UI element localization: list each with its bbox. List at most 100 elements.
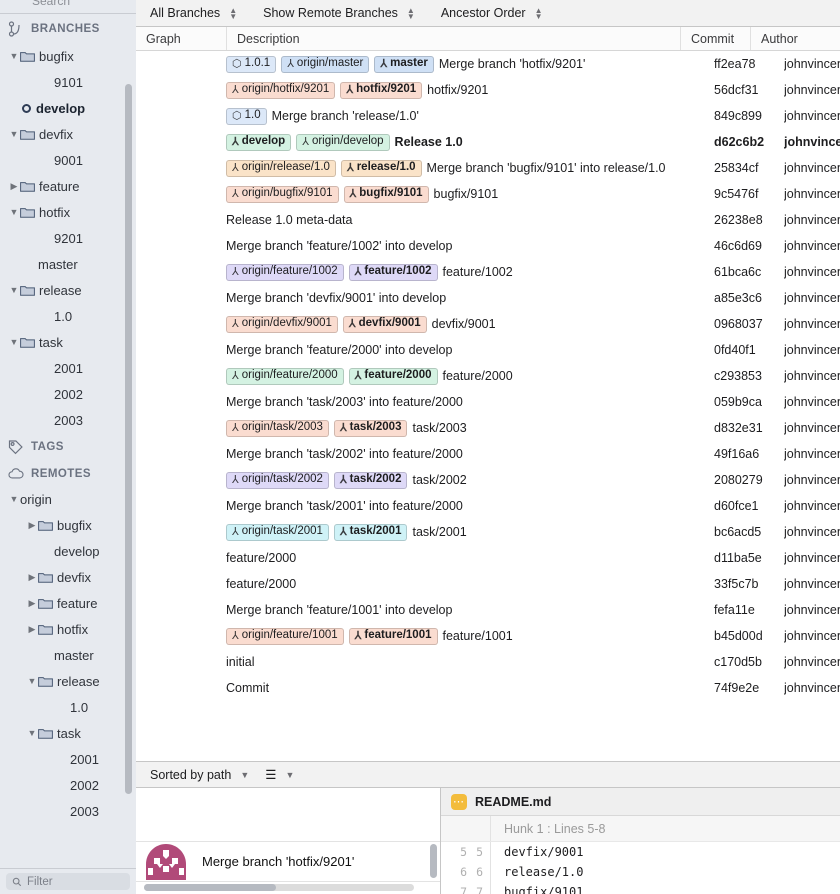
selected-commit-row[interactable]: Merge branch 'hotfix/9201' [136,841,440,882]
sidebar-scroll-region[interactable]: BRANCHES▼bugfix▼9101▼develop▼devfix▼9001… [0,15,136,868]
sidebar-item-9101[interactable]: ▼9101 [0,69,136,95]
remote-branch-badge[interactable]: ⅄origin/devfix/9001 [226,316,338,333]
remote-branch-badge[interactable]: ⅄origin/release/1.0 [226,160,336,177]
filter-input[interactable]: Filter [6,873,130,890]
sidebar-item-master[interactable]: ▼master [0,251,136,277]
local-branch-badge[interactable]: ⅄task/2002 [334,472,408,489]
chevron-down-icon[interactable]: ▼ [8,285,20,295]
local-branch-badge[interactable]: ⅄feature/1001 [349,628,438,645]
sidebar-item-task[interactable]: ▼task [0,329,136,355]
chevron-down-icon[interactable]: ▼ [8,494,20,504]
chevron-right-icon[interactable]: ▶ [26,520,38,531]
chevron-down-icon[interactable]: ▼ [8,129,20,139]
commit-detail-pane[interactable]: Merge branch 'hotfix/9201' [136,788,441,894]
table-row[interactable]: ⅄origin/hotfix/9201⅄hotfix/9201hotfix/92… [136,77,840,103]
table-row[interactable]: Merge branch 'feature/1001' into develop… [136,597,840,623]
remote-branches-select[interactable]: Show Remote Branches ▲▼ [263,6,415,20]
chevron-right-icon[interactable]: ▶ [26,572,38,583]
local-branch-badge[interactable]: ⅄bugfix/9101 [344,186,429,203]
chevron-down-icon[interactable]: ▼ [8,337,20,347]
sidebar-item-2002[interactable]: ▼2002 [0,381,136,407]
tag-badge[interactable]: ⬡1.0.1 [226,56,276,73]
remote-branch-badge[interactable]: ⅄origin/feature/2000 [226,368,344,385]
branch-scope-select[interactable]: All Branches ▲▼ [150,6,237,20]
sort-order-select[interactable]: Sorted by path ▼ [150,768,249,782]
sidebar-item-bugfix[interactable]: ▶bugfix [0,512,136,538]
chevron-right-icon[interactable]: ▶ [8,181,20,192]
local-branch-badge[interactable]: ⅄task/2001 [334,524,408,541]
sidebar-item-feature[interactable]: ▶feature [0,173,136,199]
chevron-down-icon[interactable]: ▼ [26,676,38,686]
table-row[interactable]: ⬡1.0.1⅄origin/master⅄masterMerge branch … [136,51,840,77]
sidebar-item-9001[interactable]: ▼9001 [0,147,136,173]
chevron-right-icon[interactable]: ▶ [26,624,38,635]
sidebar-item-2003[interactable]: ▼2003 [0,798,136,824]
local-branch-badge[interactable]: ⅄feature/2000 [349,368,438,385]
column-header-commit[interactable]: Commit [680,27,750,50]
table-row[interactable]: Commit74f9e2ejohnvincent [136,675,840,701]
table-row[interactable]: ⅄origin/feature/1001⅄feature/1001feature… [136,623,840,649]
sidebar-item-2002[interactable]: ▼2002 [0,772,136,798]
remote-branch-badge[interactable]: ⅄origin/task/2003 [226,420,329,437]
table-row[interactable]: Merge branch 'task/2001' into feature/20… [136,493,840,519]
table-row[interactable]: feature/200033f5c7bjohnvincent [136,571,840,597]
table-row[interactable]: ⬡1.0Merge branch 'release/1.0'849c899joh… [136,103,840,129]
search-field-stub[interactable]: Search [0,0,136,14]
sidebar-item-2001[interactable]: ▼2001 [0,746,136,772]
sidebar-item-release[interactable]: ▼release [0,668,136,694]
sidebar-item-1-0[interactable]: ▼1.0 [0,303,136,329]
local-branch-badge[interactable]: ⅄master [374,56,433,73]
table-row[interactable]: ⅄origin/task/2001⅄task/2001task/2001bc6a… [136,519,840,545]
table-row[interactable]: ⅄origin/bugfix/9101⅄bugfix/9101bugfix/91… [136,181,840,207]
local-branch-badge[interactable]: ⅄release/1.0 [341,160,422,177]
column-header-description[interactable]: Description [226,27,680,50]
local-branch-badge[interactable]: ⅄task/2003 [334,420,408,437]
table-row[interactable]: ⅄origin/task/2003⅄task/2003task/2003d832… [136,415,840,441]
sidebar-item-hotfix[interactable]: ▶hotfix [0,616,136,642]
chevron-down-icon[interactable]: ▼ [8,207,20,217]
table-row[interactable]: Merge branch 'task/2002' into feature/20… [136,441,840,467]
local-branch-badge[interactable]: ⅄devfix/9001 [343,316,427,333]
sidebar-item-devfix[interactable]: ▶devfix [0,564,136,590]
table-row[interactable]: Release 1.0 meta-data26238e8johnvincent [136,207,840,233]
local-branch-badge[interactable]: ⅄feature/1002 [349,264,438,281]
sidebar-item-origin[interactable]: ▼origin [0,486,136,512]
remote-branch-badge[interactable]: ⅄origin/feature/1002 [226,264,344,281]
table-row[interactable]: ⅄origin/feature/1002⅄feature/1002feature… [136,259,840,285]
detail-vertical-scrollbar[interactable] [430,844,437,878]
remote-branch-badge[interactable]: ⅄origin/bugfix/9101 [226,186,339,203]
remote-branch-badge[interactable]: ⅄origin/develop [296,134,389,151]
diff-pane[interactable]: ⋯ README.md Hunk 1 : Lines 5-8 55devfix/… [441,788,840,894]
chevron-down-icon[interactable]: ▼ [26,728,38,738]
sidebar-vertical-scrollbar[interactable] [125,84,132,794]
sidebar-item-devfix[interactable]: ▼devfix [0,121,136,147]
remote-branch-badge[interactable]: ⅄origin/task/2001 [226,524,329,541]
detail-horizontal-scrollbar[interactable] [144,884,414,891]
sidebar-item-task[interactable]: ▼task [0,720,136,746]
sidebar-item-hotfix[interactable]: ▼hotfix [0,199,136,225]
table-row[interactable]: ⅄origin/feature/2000⅄feature/2000feature… [136,363,840,389]
sidebar-item-master[interactable]: ▼master [0,642,136,668]
table-row[interactable]: ⅄origin/task/2002⅄task/2002task/20022080… [136,467,840,493]
sidebar-item-develop[interactable]: ▼develop [0,95,136,121]
remote-branch-badge[interactable]: ⅄origin/task/2002 [226,472,329,489]
local-branch-badge[interactable]: ⅄develop [226,134,291,151]
table-row[interactable]: initialc170d5bjohnvincent [136,649,840,675]
table-row[interactable]: Merge branch 'feature/1002' into develop… [136,233,840,259]
table-row[interactable]: ⅄origin/release/1.0⅄release/1.0Merge bra… [136,155,840,181]
local-branch-badge[interactable]: ⅄hotfix/9201 [340,82,422,99]
table-row[interactable]: feature/2000d11ba5ejohnvincent [136,545,840,571]
sidebar-item-2001[interactable]: ▼2001 [0,355,136,381]
chevron-right-icon[interactable]: ▶ [26,598,38,609]
chevron-down-icon[interactable]: ▼ [8,51,20,61]
remote-branch-badge[interactable]: ⅄origin/feature/1001 [226,628,344,645]
table-row[interactable]: Merge branch 'devfix/9001' into developa… [136,285,840,311]
table-row[interactable]: Merge branch 'feature/2000' into develop… [136,337,840,363]
sidebar-item-bugfix[interactable]: ▼bugfix [0,43,136,69]
commit-log[interactable]: ⬡1.0.1 ⅄origin/master ⅄master Merge branch … [136,51,840,761]
view-mode-select[interactable]: ☰ ▼ [265,767,294,782]
sidebar-item-1-0[interactable]: ▼1.0 [0,694,136,720]
table-row[interactable]: ⅄origin/devfix/9001⅄devfix/9001devfix/90… [136,311,840,337]
sidebar-item-feature[interactable]: ▶feature [0,590,136,616]
remote-branch-badge[interactable]: ⅄origin/master [281,56,369,73]
